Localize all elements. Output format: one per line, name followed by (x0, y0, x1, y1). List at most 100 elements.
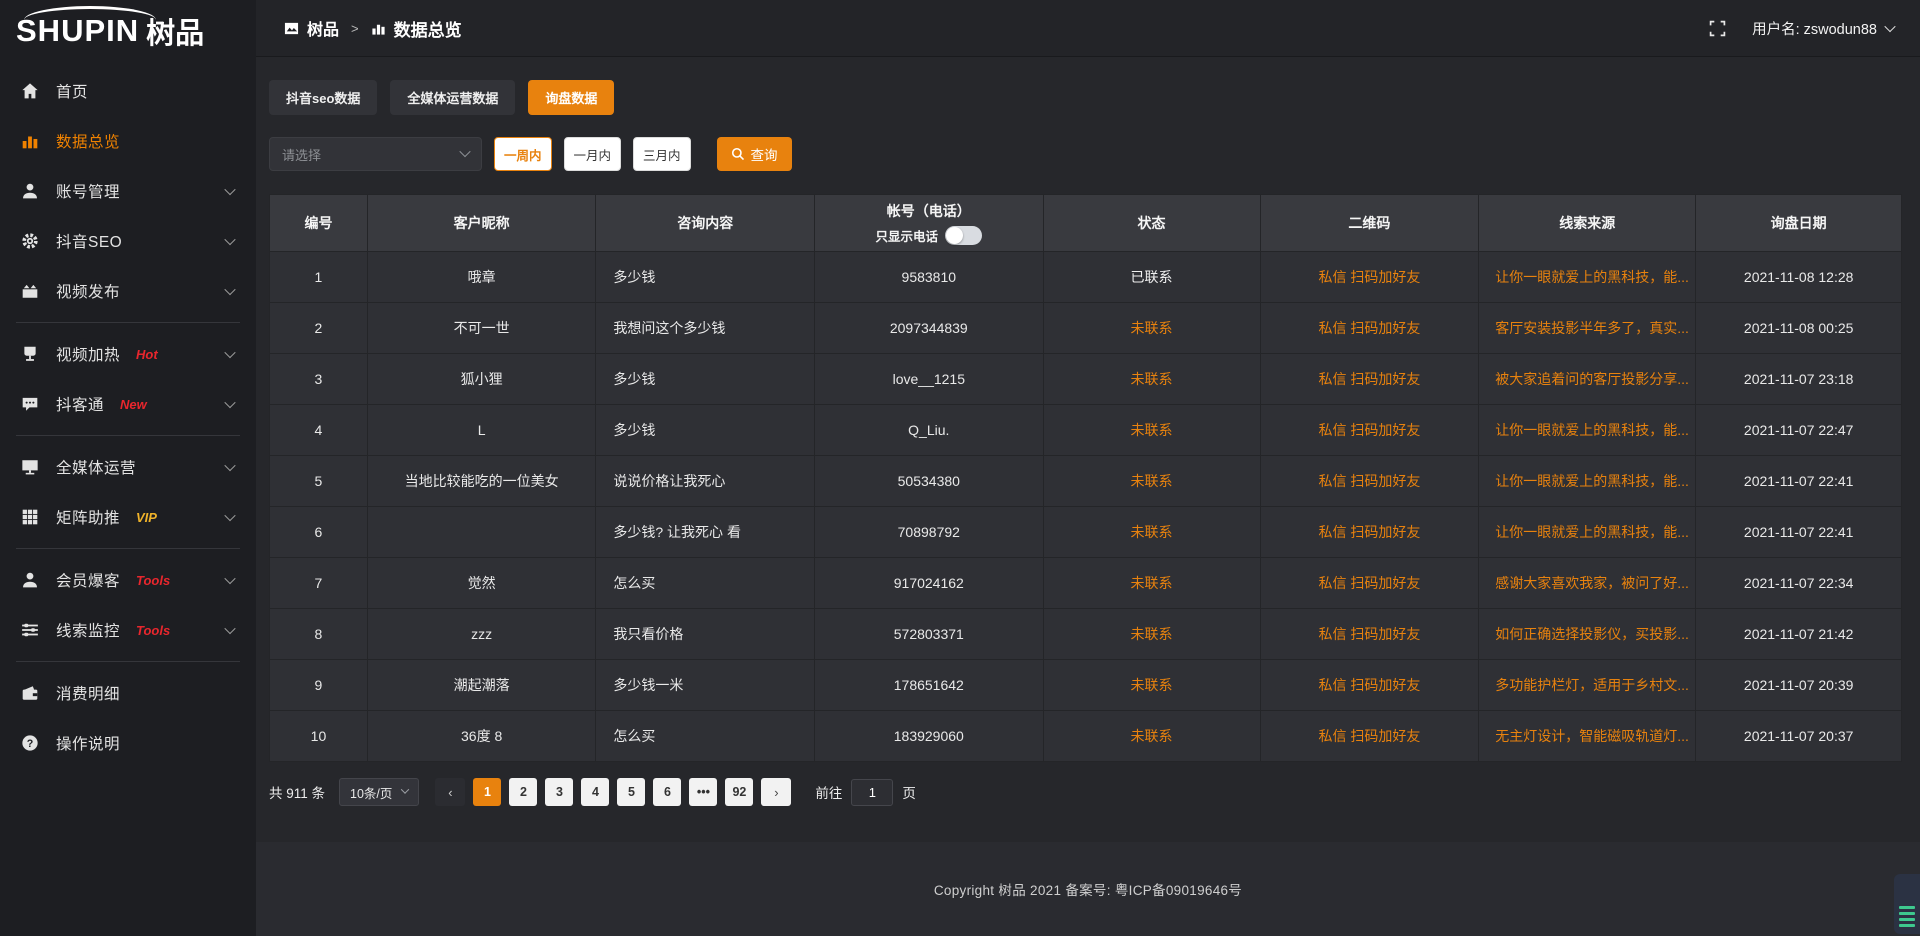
wallet-icon (20, 683, 40, 703)
cell-qr-links[interactable]: 私信 扫码加好友 (1260, 711, 1479, 762)
cell-id: 4 (270, 405, 368, 456)
cell-source-link[interactable]: 让你一眼就爱上的黑科技，能... (1479, 252, 1696, 303)
sidebar-item-omnimedia[interactable]: 全媒体运营 (0, 442, 256, 492)
page-button[interactable]: 2 (509, 778, 537, 806)
user-menu[interactable]: 用户名: zswodun88 (1752, 18, 1894, 39)
sidebar-item-instructions[interactable]: ? 操作说明 (0, 718, 256, 768)
cell-qr-links[interactable]: 私信 扫码加好友 (1260, 507, 1479, 558)
sidebar-item-lead-monitor[interactable]: 线索监控 Tools (0, 605, 256, 655)
fullscreen-icon[interactable] (1709, 20, 1726, 37)
cell-qr-links[interactable]: 私信 扫码加好友 (1260, 660, 1479, 711)
cell-id: 2 (270, 303, 368, 354)
cell-source-link[interactable]: 无主灯设计，智能磁吸轨道灯... (1479, 711, 1696, 762)
page-button[interactable]: 1 (473, 778, 501, 806)
cell-source-link[interactable]: 让你一眼就爱上的黑科技，能... (1479, 405, 1696, 456)
phone-only-toggle[interactable] (945, 226, 982, 245)
breadcrumb-root[interactable]: 树品 (307, 16, 339, 40)
table-row: 7觉然怎么买917024162未联系私信 扫码加好友感谢大家喜欢我家，被问了好.… (270, 558, 1902, 609)
tab-omnimedia-data[interactable]: 全媒体运营数据 (390, 80, 515, 115)
cell-account: 50534380 (815, 456, 1043, 507)
topbar-right: 用户名: zswodun88 (1709, 18, 1894, 39)
cell-source-link[interactable]: 如何正确选择投影仪，买投影... (1479, 609, 1696, 660)
svg-text:?: ? (27, 738, 34, 750)
tools-badge: Tools (136, 623, 170, 638)
cell-source-link[interactable]: 多功能护栏灯，适用于乡村文... (1479, 660, 1696, 711)
cell-qr-links[interactable]: 私信 扫码加好友 (1260, 609, 1479, 660)
range-week-button[interactable]: 一周内 (494, 137, 552, 171)
sidebar-item-video-heat[interactable]: 视频加热 Hot (0, 329, 256, 379)
page-size-select[interactable]: 10条/页 (339, 778, 419, 806)
cell-content: 我想问这个多少钱 (596, 303, 815, 354)
cell-date: 2021-11-07 21:42 (1696, 609, 1902, 660)
cell-nickname: 觉然 (367, 558, 595, 609)
menu-divider (16, 548, 240, 549)
search-button[interactable]: 查询 (717, 137, 792, 171)
sidebar-item-data-overview[interactable]: 数据总览 (0, 116, 256, 166)
main-content: 抖音seo数据 全媒体运营数据 询盘数据 请选择 一周内 一月内 三月内 查询 … (256, 57, 1920, 842)
page-button[interactable]: 6 (653, 778, 681, 806)
cell-date: 2021-11-07 20:39 (1696, 660, 1902, 711)
chevron-down-icon (224, 510, 235, 521)
cell-source-link[interactable]: 被大家追着问的客厅投影分享... (1479, 354, 1696, 405)
sidebar-item-douketong[interactable]: 抖客通 New (0, 379, 256, 429)
filter-select[interactable]: 请选择 (269, 137, 482, 171)
prev-page-button[interactable]: ‹ (435, 778, 465, 806)
cell-date: 2021-11-08 00:25 (1696, 303, 1902, 354)
cell-id: 9 (270, 660, 368, 711)
cell-source-link[interactable]: 让你一眼就爱上的黑科技，能... (1479, 507, 1696, 558)
chat-bubble-icon (20, 394, 40, 414)
table-row: 6多少钱? 让我死心 看70898792未联系私信 扫码加好友让你一眼就爱上的黑… (270, 507, 1902, 558)
table-row: 5当地比较能吃的一位美女说说价格让我死心50534380未联系私信 扫码加好友让… (270, 456, 1902, 507)
cell-qr-links[interactable]: 私信 扫码加好友 (1260, 354, 1479, 405)
chevron-down-icon (224, 397, 235, 408)
cell-qr-links[interactable]: 私信 扫码加好友 (1260, 405, 1479, 456)
page-button[interactable]: 5 (617, 778, 645, 806)
cell-source-link[interactable]: 让你一眼就爱上的黑科技，能... (1479, 456, 1696, 507)
page-button[interactable]: 3 (545, 778, 573, 806)
sidebar-item-video-publish[interactable]: 视频发布 (0, 266, 256, 316)
sidebar-item-matrix-boost[interactable]: 矩阵助推 VIP (0, 492, 256, 542)
sidebar-item-home[interactable]: 首页 (0, 66, 256, 116)
sidebar-item-douyin-seo[interactable]: 抖音SEO (0, 216, 256, 266)
cell-date: 2021-11-07 22:34 (1696, 558, 1902, 609)
cell-date: 2021-11-07 22:47 (1696, 405, 1902, 456)
cell-qr-links[interactable]: 私信 扫码加好友 (1260, 558, 1479, 609)
next-page-button[interactable]: › (761, 778, 791, 806)
table-row: 2不可一世我想问这个多少钱2097344839未联系私信 扫码加好友客厅安装投影… (270, 303, 1902, 354)
range-month-button[interactable]: 一月内 (564, 137, 622, 171)
floating-widget[interactable] (1894, 874, 1920, 934)
menu-divider (16, 661, 240, 662)
tab-douyin-seo-data[interactable]: 抖音seo数据 (269, 80, 377, 115)
cell-source-link[interactable]: 客厅安装投影半年多了，真实... (1479, 303, 1696, 354)
range-quarter-button[interactable]: 三月内 (633, 137, 691, 171)
sidebar-item-consumption-details[interactable]: 消费明细 (0, 668, 256, 718)
monitor-icon (20, 457, 40, 477)
gear-icon (20, 231, 40, 251)
filter-bar: 请选择 一周内 一月内 三月内 查询 (269, 137, 1902, 171)
cell-account: love__1215 (815, 354, 1043, 405)
page-ellipsis-button[interactable]: ••• (689, 778, 717, 806)
cell-content: 多少钱一米 (596, 660, 815, 711)
cell-account: 572803371 (815, 609, 1043, 660)
goto-page-input[interactable] (851, 779, 893, 806)
cell-qr-links[interactable]: 私信 扫码加好友 (1260, 252, 1479, 303)
cell-qr-links[interactable]: 私信 扫码加好友 (1260, 456, 1479, 507)
cell-nickname (367, 507, 595, 558)
page-button[interactable]: 4 (581, 778, 609, 806)
sliders-icon (20, 620, 40, 640)
tab-inquiry-data[interactable]: 询盘数据 (528, 80, 614, 115)
chevron-down-icon (224, 460, 235, 471)
chevron-down-icon (224, 623, 235, 634)
table-row: 1036度 8怎么买183929060未联系私信 扫码加好友无主灯设计，智能磁吸… (270, 711, 1902, 762)
heat-plug-icon (20, 344, 40, 364)
page-button[interactable]: 92 (725, 778, 753, 806)
sidebar-item-account-management[interactable]: 账号管理 (0, 166, 256, 216)
cell-source-link[interactable]: 感谢大家喜欢我家，被问了好... (1479, 558, 1696, 609)
cell-qr-links[interactable]: 私信 扫码加好友 (1260, 303, 1479, 354)
cell-content: 多少钱? 让我死心 看 (596, 507, 815, 558)
col-header-qr: 二维码 (1260, 195, 1479, 252)
bar-chart-icon (371, 21, 386, 36)
bar-chart-icon (20, 131, 40, 151)
sidebar-item-member-baoke[interactable]: 会员爆客 Tools (0, 555, 256, 605)
cell-nickname: zzz (367, 609, 595, 660)
